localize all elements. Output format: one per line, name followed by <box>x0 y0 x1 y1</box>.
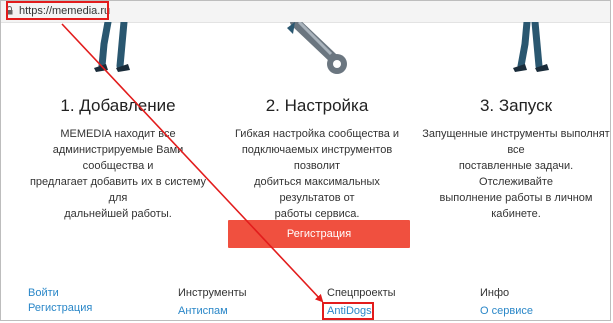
annotation-arrow <box>61 23 324 303</box>
